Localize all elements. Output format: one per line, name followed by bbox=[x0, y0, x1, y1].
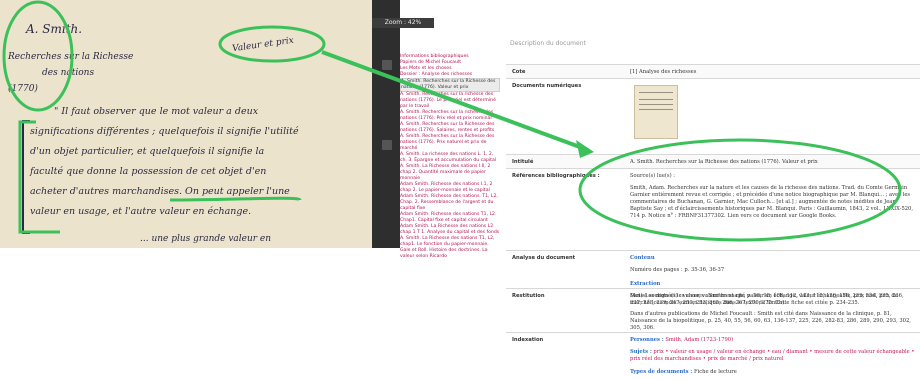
manuscript-scan: A. Smith. Recherches sur la Richesse des… bbox=[0, 0, 375, 248]
manuscript-body-line: acheter d'autres marchandises. On peut a… bbox=[30, 186, 290, 197]
types-line: Types de documents : Fiche de lecture bbox=[630, 369, 916, 375]
image-viewer-panel bbox=[372, 0, 400, 248]
tree-item[interactable]: A. Smith. La Richesse des nations T1, L2… bbox=[400, 236, 500, 260]
row-intitule: Intitulé A. Smith. Recherches sur la Ric… bbox=[506, 154, 920, 169]
row-label: Références bibliographiques : bbox=[512, 173, 600, 179]
manuscript-author: A. Smith. bbox=[26, 22, 83, 36]
document-thumbnail[interactable] bbox=[634, 85, 678, 139]
personne-link[interactable]: Smith, Adam (1723-1790) bbox=[665, 337, 733, 343]
restitution-text: Dans Les mots et les choses : Smith est … bbox=[630, 293, 904, 306]
manuscript-bracket bbox=[22, 120, 30, 234]
tree-item[interactable]: A. Smith. Recherches sur la richesse des… bbox=[400, 92, 500, 110]
row-value: [1] Analyse des richesses bbox=[630, 69, 697, 75]
row-restitution: Restitution Dans Les mots et les choses … bbox=[506, 288, 920, 333]
manuscript-annotation: Valeur et prix bbox=[231, 35, 295, 55]
restitution-text: Dans d'autres publications de Michel Fou… bbox=[630, 311, 911, 331]
sujets-links[interactable]: prix • valeur en usage / valeur en échan… bbox=[630, 349, 914, 362]
tree-item[interactable]: A. Smith. La richesse des nations L. 1, … bbox=[400, 152, 500, 164]
tree-item[interactable]: A. Smith. Recherches sur la richesse des… bbox=[400, 110, 500, 122]
pages-text: Numéro des pages : p. 35-36, 36-37 bbox=[630, 267, 725, 273]
tree-item-selected[interactable]: A. Smith. Recherches sur la Richesse des… bbox=[400, 78, 500, 92]
row-label: Cote bbox=[512, 69, 526, 75]
tree-item[interactable]: A. Smith. Recherches sur la Richesse des… bbox=[400, 122, 500, 134]
row-label: Indexation bbox=[512, 337, 544, 343]
manuscript-body-line: significations différentes ; quelquefois… bbox=[30, 126, 299, 137]
tree-item[interactable]: A. Smith. La Richesse des nations I.II, … bbox=[400, 164, 500, 182]
row-indexation: Indexation Personnes : Smith, Adam (1723… bbox=[506, 332, 920, 380]
contenu-label: Contenu bbox=[630, 255, 655, 261]
row-value: A. Smith. Recherches sur la Richesse des… bbox=[630, 159, 818, 165]
zoom-indicator: Zoom : 42% bbox=[372, 18, 434, 28]
detail-header: Description du document bbox=[510, 40, 586, 47]
manuscript-title-line: des nations bbox=[42, 68, 95, 78]
manuscript-partial-line: ... une plus grande valeur en bbox=[140, 234, 272, 244]
row-references: Références bibliographiques : Source(s) … bbox=[506, 168, 920, 251]
manuscript-body-line: " Il faut observer que le mot valeur a d… bbox=[54, 106, 259, 117]
row-label: Documents numériques bbox=[512, 83, 582, 89]
row-documents-numeriques: Documents numériques bbox=[506, 78, 920, 155]
tree-item[interactable]: Adam Smith. Richesse des nations. T1, L2… bbox=[400, 194, 500, 212]
personnes-line: Personnes : Smith, Adam (1723-1790) bbox=[630, 337, 916, 343]
manuscript-title-line: Recherches sur la Richesse bbox=[8, 52, 134, 62]
manuscript-title-line: (1770) bbox=[8, 84, 38, 94]
viewer-tool-button[interactable] bbox=[382, 60, 392, 70]
tree-item[interactable]: Adam Smith. Richesse des nations I.1, 2 … bbox=[400, 182, 500, 194]
manuscript-body-line: valeur en usage, et l'autre valeur en éc… bbox=[30, 206, 252, 217]
tree-item[interactable]: Adam Smith. Richesse des nations T1, L2.… bbox=[400, 212, 500, 224]
manuscript-body-line: faculté que donne la possession de cet o… bbox=[30, 166, 267, 177]
types-value: Fiche de lecture bbox=[693, 369, 737, 375]
viewer-tool-button[interactable] bbox=[382, 140, 392, 150]
tree-item[interactable]: Adam Smith. La Richesse des nations L2 c… bbox=[400, 224, 500, 236]
document-detail-panel: Description du document Cote [1] Analyse… bbox=[506, 40, 920, 379]
row-cote: Cote [1] Analyse des richesses bbox=[506, 64, 920, 79]
manuscript-body-line: d'un objet particulier, et quelquefois i… bbox=[30, 146, 265, 157]
sujets-label: Sujets : bbox=[630, 349, 652, 355]
row-label: Analyse du document bbox=[512, 255, 576, 261]
types-label: Types de documents : bbox=[630, 369, 693, 375]
biblio-text: Smith, Adam. Recherches sur la nature et… bbox=[630, 185, 913, 219]
tree-navigation: Informations bibliographiques Papiers de … bbox=[400, 54, 500, 379]
personnes-label: Personnes : bbox=[630, 337, 664, 343]
row-label: Restitution bbox=[512, 293, 545, 299]
tree-item[interactable]: A. Smith. Recherches sur la Richesse des… bbox=[400, 134, 500, 152]
row-label: Intitulé bbox=[512, 159, 534, 165]
sujets-line: Sujets : prix • valeur en usage / valeur… bbox=[630, 349, 916, 363]
extraction-label: Extraction bbox=[630, 281, 661, 287]
row-value: Source(s) lue(s) : bbox=[630, 173, 676, 179]
